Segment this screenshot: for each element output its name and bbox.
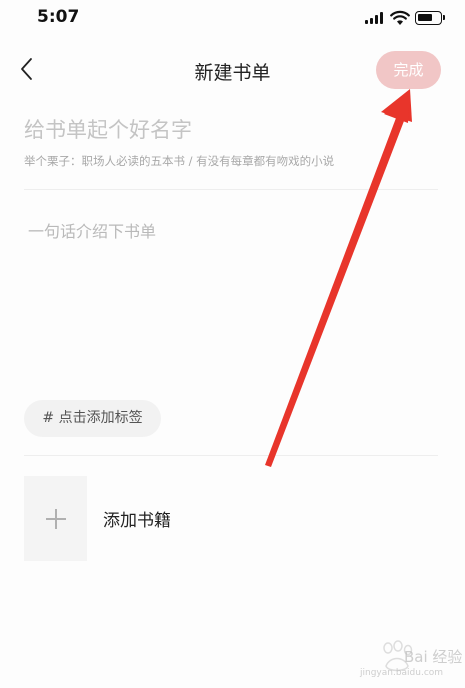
booklist-intro-input[interactable] [28,218,438,388]
watermark-text: Bai 经验 [404,648,463,666]
status-bar: 5:07 [0,0,465,40]
divider [24,455,438,456]
watermark-subtext: jingyan.baidu.com [360,668,444,678]
nav-bar: 新建书单 完成 [0,44,465,96]
add-book-label[interactable]: 添加书籍 [103,506,171,531]
cellular-signal-icon [365,12,385,24]
wifi-icon [390,10,410,25]
battery-cap [443,15,445,20]
battery-icon [415,11,442,25]
divider [24,189,438,190]
add-book-button[interactable] [24,476,87,561]
plus-icon [46,509,66,529]
add-tag-button[interactable]: # 点击添加标签 [24,400,161,437]
name-example-hint: 举个栗子：职场人必读的五本书 / 有没有每章都有吻戏的小说 [24,154,335,168]
chevron-left-icon[interactable] [14,54,40,84]
done-button[interactable]: 完成 [376,51,441,89]
status-time: 5:07 [37,7,80,27]
booklist-name-input[interactable] [24,114,434,146]
